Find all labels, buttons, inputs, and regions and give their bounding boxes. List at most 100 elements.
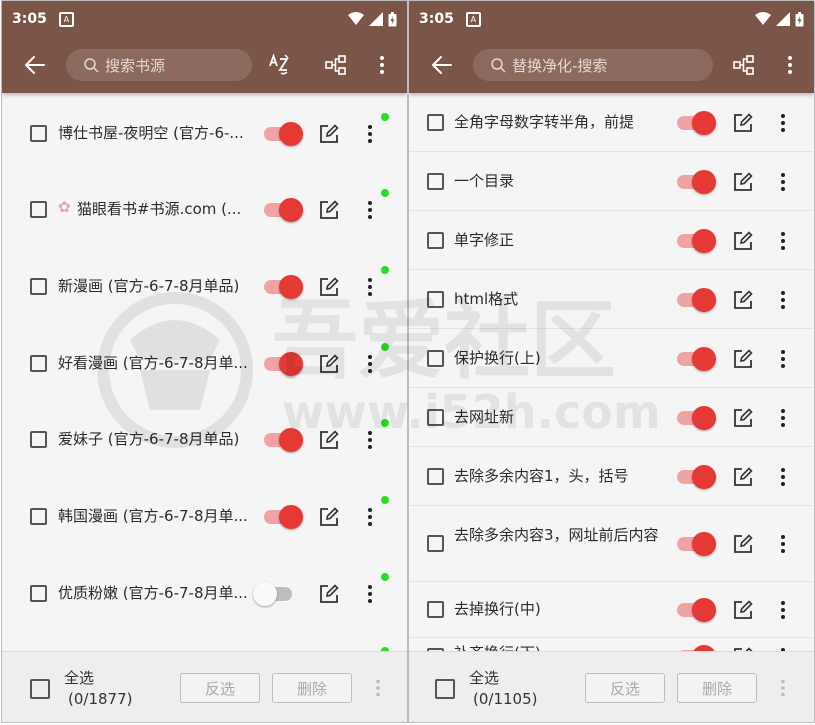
edit-icon[interactable] xyxy=(319,584,339,604)
edit-icon[interactable] xyxy=(733,467,753,487)
list-item[interactable]: 全角字母数字转半角，前提 xyxy=(409,93,814,152)
list-item[interactable]: html格式 xyxy=(409,270,814,329)
edit-icon[interactable] xyxy=(733,113,753,133)
edit-icon[interactable] xyxy=(733,290,753,310)
enable-switch[interactable] xyxy=(677,598,716,622)
delete-button[interactable]: 删除 xyxy=(272,673,352,703)
list-item[interactable]: 新漫画 (官方-6-7-8月单品) xyxy=(2,247,407,324)
back-button[interactable] xyxy=(429,52,455,78)
item-checkbox[interactable] xyxy=(30,125,47,142)
item-checkbox[interactable] xyxy=(427,409,444,426)
item-checkbox[interactable] xyxy=(427,601,444,618)
invert-selection-button[interactable]: 反选 xyxy=(585,673,665,703)
enable-switch[interactable] xyxy=(677,465,716,489)
edit-icon[interactable] xyxy=(733,408,753,428)
item-more-icon[interactable] xyxy=(367,277,373,297)
list-item[interactable]: 博仕书屋-夜明空 (官方-6-... xyxy=(2,93,407,170)
list-item[interactable]: 一个目录 xyxy=(409,152,814,211)
item-checkbox[interactable] xyxy=(30,585,47,602)
item-more-icon[interactable] xyxy=(367,584,373,604)
selection-count: (0/1877) xyxy=(68,690,133,708)
list-item[interactable]: 去网址新 xyxy=(409,388,814,447)
item-checkbox[interactable] xyxy=(30,431,47,448)
item-checkbox[interactable] xyxy=(427,291,444,308)
list-item[interactable]: 补齐换行(下) xyxy=(409,638,814,651)
list-item[interactable]: 优质粉嫩 (官方-6-7-8月单... xyxy=(2,555,407,632)
list-item[interactable]: 去除多余内容3，网址前后内容 xyxy=(409,506,814,582)
enable-switch[interactable] xyxy=(264,428,303,452)
item-more-icon[interactable] xyxy=(780,600,786,620)
item-more-icon[interactable] xyxy=(367,507,373,527)
item-more-icon[interactable] xyxy=(780,467,786,487)
enable-switch[interactable] xyxy=(677,347,716,371)
enable-switch[interactable] xyxy=(677,229,716,253)
list-item[interactable]: 保护换行(上) xyxy=(409,329,814,388)
list-item[interactable]: ✿ 猫眼看书#书源.com (... xyxy=(2,170,407,247)
edit-icon[interactable] xyxy=(319,507,339,527)
list-item[interactable]: 去除多余内容1，头，括号 xyxy=(409,447,814,506)
invert-selection-button[interactable]: 反选 xyxy=(180,673,260,703)
enable-switch[interactable] xyxy=(264,505,303,529)
bottom-more-icon[interactable] xyxy=(376,679,380,697)
select-all-checkbox[interactable] xyxy=(435,679,455,699)
list-item[interactable]: 单字修正 xyxy=(409,211,814,270)
list-item[interactable]: 好看漫画 (官方-6-7-8月单... xyxy=(2,324,407,401)
enable-switch[interactable] xyxy=(677,170,716,194)
item-checkbox[interactable] xyxy=(427,114,444,131)
enable-switch[interactable] xyxy=(264,275,303,299)
list-item[interactable]: 韩国漫画 (官方-6-7-8月单... xyxy=(2,478,407,555)
enable-switch[interactable] xyxy=(264,198,303,222)
item-checkbox[interactable] xyxy=(427,350,444,367)
edit-icon[interactable] xyxy=(319,430,339,450)
enable-switch[interactable] xyxy=(253,582,292,606)
edit-icon[interactable] xyxy=(319,354,339,374)
item-more-icon[interactable] xyxy=(367,200,373,220)
item-checkbox[interactable] xyxy=(30,508,47,525)
item-more-icon[interactable] xyxy=(780,113,786,133)
search-input[interactable]: 搜索书源 xyxy=(66,49,252,81)
delete-button[interactable]: 删除 xyxy=(677,673,757,703)
edit-icon[interactable] xyxy=(733,231,753,251)
back-button[interactable] xyxy=(22,52,48,78)
item-checkbox[interactable] xyxy=(30,355,47,372)
edit-icon[interactable] xyxy=(733,172,753,192)
item-more-icon[interactable] xyxy=(780,349,786,369)
enable-switch[interactable] xyxy=(677,288,716,312)
group-button[interactable] xyxy=(323,52,349,78)
edit-icon[interactable] xyxy=(319,277,339,297)
item-checkbox[interactable] xyxy=(30,201,47,218)
item-checkbox[interactable] xyxy=(30,278,47,295)
enable-switch[interactable] xyxy=(677,532,716,556)
search-input[interactable]: 替换净化-搜索 xyxy=(473,49,713,81)
enable-switch[interactable] xyxy=(677,406,716,430)
sort-az-button[interactable] xyxy=(267,52,293,78)
bottom-more-icon[interactable] xyxy=(781,679,785,697)
item-more-icon[interactable] xyxy=(367,430,373,450)
item-checkbox[interactable] xyxy=(427,232,444,249)
list-item[interactable]: 爱妹子 (官方-6-7-8月单品) xyxy=(2,401,407,478)
overflow-menu-button[interactable] xyxy=(369,52,395,78)
item-checkbox[interactable] xyxy=(427,535,444,552)
item-title: 优质粉嫩 (官方-6-7-8月单... xyxy=(58,584,248,602)
edit-icon[interactable] xyxy=(733,600,753,620)
edit-icon[interactable] xyxy=(733,534,753,554)
edit-icon[interactable] xyxy=(319,200,339,220)
enable-switch[interactable] xyxy=(264,122,303,146)
enable-switch[interactable] xyxy=(264,352,303,376)
item-more-icon[interactable] xyxy=(780,290,786,310)
select-all-checkbox[interactable] xyxy=(30,679,50,699)
edit-icon[interactable] xyxy=(733,349,753,369)
edit-icon[interactable] xyxy=(319,124,339,144)
list-item[interactable]: 去掉换行(中) xyxy=(409,582,814,638)
item-more-icon[interactable] xyxy=(367,354,373,374)
item-more-icon[interactable] xyxy=(780,534,786,554)
item-more-icon[interactable] xyxy=(780,231,786,251)
item-more-icon[interactable] xyxy=(780,408,786,428)
enable-switch[interactable] xyxy=(677,111,716,135)
group-button[interactable] xyxy=(731,52,757,78)
item-more-icon[interactable] xyxy=(367,124,373,144)
item-checkbox[interactable] xyxy=(427,173,444,190)
overflow-menu-button[interactable] xyxy=(777,52,803,78)
item-more-icon[interactable] xyxy=(780,172,786,192)
item-checkbox[interactable] xyxy=(427,468,444,485)
